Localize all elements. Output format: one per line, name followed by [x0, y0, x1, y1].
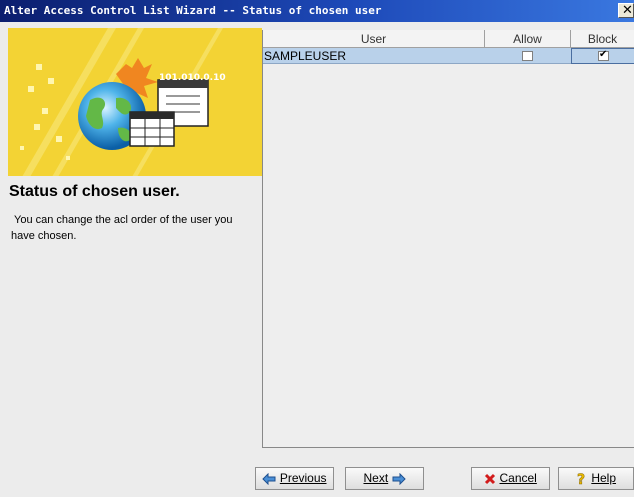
table-row[interactable]: SAMPLEUSER ✔	[263, 48, 634, 64]
page-description: You can change the acl order of the user…	[11, 214, 233, 242]
help-label: Help	[591, 471, 617, 485]
wizard-banner-image: 101.010.0.10	[8, 28, 262, 176]
cancel-x-icon	[485, 473, 496, 484]
cancel-label: Cancel	[499, 471, 537, 485]
arrow-left-icon	[262, 472, 276, 485]
column-header-allow[interactable]: Allow	[485, 30, 571, 48]
globe-icon	[20, 28, 223, 176]
block-check-mark: ✔	[599, 49, 608, 60]
window-title: Alter Access Control List Wizard -- Stat…	[4, 4, 382, 17]
user-cell[interactable]: SAMPLEUSER	[264, 48, 484, 64]
column-header-block[interactable]: Block	[571, 30, 634, 48]
close-button[interactable]: ✕	[618, 3, 634, 18]
cancel-button[interactable]: Cancel	[471, 467, 550, 490]
page-heading: Status of chosen user.	[9, 183, 180, 200]
column-header-user[interactable]: User	[263, 30, 485, 48]
allow-checkbox[interactable]	[522, 51, 533, 61]
window-titlebar[interactable]: Alter Access Control List Wizard -- Stat…	[0, 0, 634, 22]
previous-button[interactable]: Previous	[255, 467, 334, 490]
next-label: Next	[363, 471, 389, 485]
acl-user-table[interactable]: User Allow Block SAMPLEUSER ✔	[262, 30, 634, 448]
close-icon: ✕	[622, 3, 633, 18]
arrow-right-icon	[392, 472, 406, 485]
wizard-side-panel: 101.010.0.10 Status of chosen user. You …	[0, 22, 262, 464]
previous-label: Previous	[279, 471, 327, 485]
help-question-icon: ?	[577, 472, 586, 486]
table-header: User Allow Block	[263, 30, 634, 48]
svg-text:?: ?	[577, 472, 585, 486]
next-button[interactable]: Next	[345, 467, 424, 490]
help-button[interactable]: ? Help	[558, 467, 634, 490]
banner-ip-text: 101.010.0.10	[159, 73, 226, 83]
block-checkbox[interactable]: ✔	[598, 49, 609, 61]
